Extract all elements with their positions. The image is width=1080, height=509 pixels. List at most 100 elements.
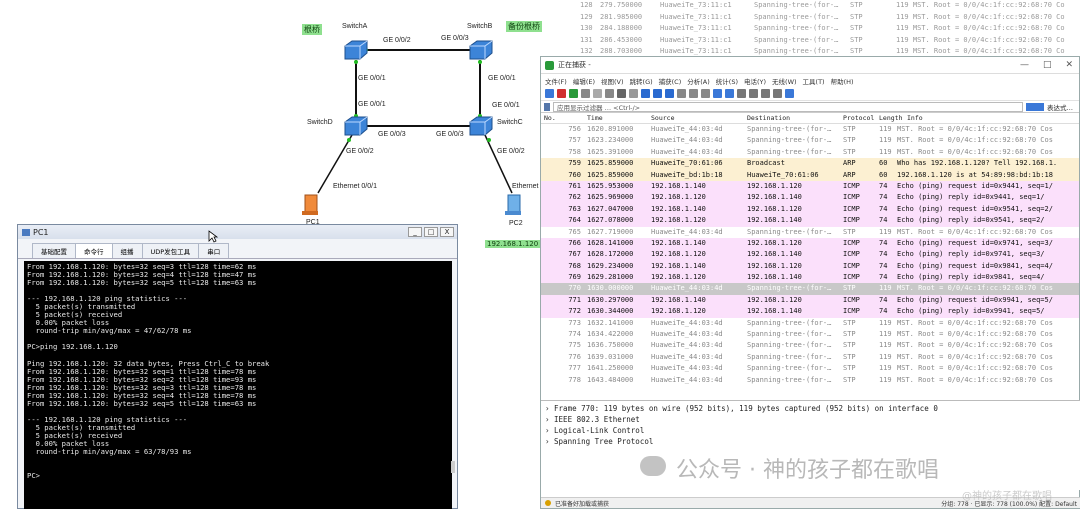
packet-row[interactable]: 770 1630.000000 HuaweiTe_44:03:4d Spanning-… [541,283,1079,295]
packet-row[interactable]: 763 1627.047000 192.168.1.140 192.168.1.120… [541,203,1079,216]
detail-row-ethernet[interactable]: › IEEE 802.3 Ethernet [545,414,1077,425]
packet-cell-info: MST. Root = 0/0/4c:1f:cc:92:68:70 Cos [897,284,1053,293]
switch-d-icon[interactable] [342,116,368,136]
packet-cell-len: 119 [879,227,892,236]
pc1-tab[interactable]: 命令行 [75,243,113,258]
packet-cell-no: 760 [568,170,581,179]
pc2-computer-icon[interactable] [503,193,525,217]
toolbar-button-icon[interactable] [677,89,686,98]
packet-row[interactable]: 778 1643.484000 HuaweiTe_44:03:4d Spanning-… [541,374,1079,386]
col-source[interactable]: Source [651,114,674,122]
bg-cell-time: 279.750000 [600,1,643,9]
maximize-icon[interactable]: □ [1043,60,1052,70]
apply-filter-button[interactable] [1026,102,1044,111]
pc1-computer-icon[interactable] [300,193,322,217]
packet-row[interactable]: 756 1620.891000 HuaweiTe_44:03:4d Spanning-… [541,124,1079,136]
toolbar-button-icon[interactable] [725,89,734,98]
toolbar-button-icon[interactable] [605,89,614,98]
pc1-tab[interactable]: UDP发包工具 [141,243,200,258]
menu-item[interactable]: 帮助(H) [831,76,854,86]
close-icon[interactable]: ✕ [1065,60,1073,70]
packet-cell-info: Echo (ping) request id=0x9541, seq=2/ [897,204,1053,213]
col-protocol[interactable]: Protocol [843,114,874,122]
packet-row[interactable]: 762 1625.969000 192.168.1.120 192.168.1.140… [541,192,1079,204]
console-line: round-trip min/avg/max = 63/78/93 ms [27,447,192,457]
packet-cell-len: 119 [879,330,892,339]
packet-row[interactable]: 773 1632.141000 HuaweiTe_44:03:4d Spanning-… [541,317,1079,330]
packet-row[interactable]: 758 1625.391000 HuaweiTe_44:03:4d Spanning-… [541,146,1079,159]
col-no[interactable]: No. [544,114,556,122]
toolbar-button-icon[interactable] [557,89,566,98]
toolbar-button-icon[interactable] [629,89,638,98]
packet-row[interactable]: 761 1625.953000 192.168.1.140 192.168.1.120… [541,180,1079,193]
pc1-tab[interactable]: 串口 [198,243,230,258]
toolbar-button-icon[interactable] [569,89,578,98]
pc1-tab[interactable]: 基础配置 [32,243,76,258]
packet-row[interactable]: 772 1630.344000 192.168.1.120 192.168.1.140… [541,306,1079,318]
pc1-tab[interactable]: 组播 [111,243,143,258]
port-label: GE 0/0/3 [436,131,464,138]
toolbar-button-icon[interactable] [545,89,554,98]
bookmark-icon[interactable] [544,102,550,111]
col-info[interactable]: Info [907,114,923,122]
toolbar-button-icon[interactable] [581,89,590,98]
switch-b-icon[interactable] [467,40,493,60]
menu-item[interactable]: 分析(A) [687,76,710,86]
minimize-icon[interactable]: — [1020,60,1029,70]
packet-row[interactable]: 777 1641.250000 HuaweiTe_44:03:4d Spanning-… [541,363,1079,375]
packet-list-header: No. Time Source Destination Protocol Len… [541,113,1079,124]
menu-item[interactable]: 文件(F) [545,76,567,86]
toolbar-button-icon[interactable] [749,89,758,98]
packet-row[interactable]: 767 1628.172000 192.168.1.120 192.168.1.140… [541,249,1079,261]
packet-row[interactable]: 760 1625.859000 HuaweiTe_bd:1b:18 HuaweiTe_… [541,169,1079,181]
menu-item[interactable]: 电话(Y) [744,76,766,86]
menu-item[interactable]: 无线(W) [772,76,797,86]
col-destination[interactable]: Destination [747,114,790,122]
toolbar-button-icon[interactable] [653,89,662,98]
menu-item[interactable]: 编辑(E) [573,76,595,86]
minimize-icon[interactable]: _ [408,227,422,237]
toolbar-button-icon[interactable] [641,89,650,98]
detail-row-frame[interactable]: › Frame 770: 119 bytes on wire (952 bits… [545,403,1077,414]
toolbar-button-icon[interactable] [773,89,782,98]
packet-row[interactable]: 765 1627.719000 HuaweiTe_44:03:4d Spanning-… [541,226,1079,238]
menu-item[interactable]: 跳转(G) [630,76,653,86]
switch-a-icon[interactable] [342,40,368,60]
menu-item[interactable]: 视图(V) [601,76,624,86]
packet-row[interactable]: 774 1634.422000 HuaweiTe_44:03:4d Spanning-… [541,329,1079,341]
bg-cell-dst: Spanning-tree-(for-… [754,24,839,32]
toolbar-button-icon[interactable] [785,89,794,98]
menu-item[interactable]: 捕获(C) [659,76,682,86]
packet-row[interactable]: 769 1629.281000 192.168.1.120 192.168.1.140… [541,272,1079,284]
maximize-icon[interactable]: □ [424,227,438,237]
detail-row-llc[interactable]: › Logical-Link Control [545,425,1077,436]
packet-row[interactable]: 766 1628.141000 192.168.1.140 192.168.1.120… [541,237,1079,250]
toolbar-button-icon[interactable] [701,89,710,98]
switch-c-icon[interactable] [467,116,493,136]
packet-cell-time: 1630.297000 [587,295,634,304]
toolbar-button-icon[interactable] [761,89,770,98]
col-time[interactable]: Time [587,114,603,122]
detail-row-stp[interactable]: › Spanning Tree Protocol [545,436,1077,447]
packet-row[interactable]: 771 1630.297000 192.168.1.140 192.168.1.120… [541,294,1079,307]
packet-row[interactable]: 776 1639.031000 HuaweiTe_44:03:4d Spanning-… [541,351,1079,364]
col-length[interactable]: Length [879,114,902,122]
expression-button[interactable]: 表达式… [1047,102,1079,112]
toolbar-button-icon[interactable] [713,89,722,98]
menu-item[interactable]: 工具(T) [803,76,825,86]
packet-row[interactable]: 757 1623.234000 HuaweiTe_44:03:4d Spanning-… [541,135,1079,147]
packet-row[interactable]: 759 1625.859000 HuaweiTe_70:61:06 Broadcast… [541,158,1079,170]
toolbar-button-icon[interactable] [689,89,698,98]
pc1-console[interactable]: From 192.168.1.120: bytes=32 seq=3 ttl=1… [24,261,452,509]
menu-item[interactable]: 统计(S) [716,76,738,86]
toolbar-button-icon[interactable] [593,89,602,98]
packet-row[interactable]: 768 1629.234000 192.168.1.140 192.168.1.120… [541,260,1079,273]
toolbar-button-icon[interactable] [617,89,626,98]
display-filter-input[interactable]: 应用显示过滤器 … <Ctrl-/> [553,101,1023,112]
packet-row[interactable]: 775 1636.750000 HuaweiTe_44:03:4d Spanning-… [541,340,1079,352]
console-scrollbar[interactable] [451,461,455,473]
packet-row[interactable]: 764 1627.078000 192.168.1.120 192.168.1.140… [541,215,1079,227]
close-icon[interactable]: X [440,227,454,237]
toolbar-button-icon[interactable] [737,89,746,98]
toolbar-button-icon[interactable] [665,89,674,98]
